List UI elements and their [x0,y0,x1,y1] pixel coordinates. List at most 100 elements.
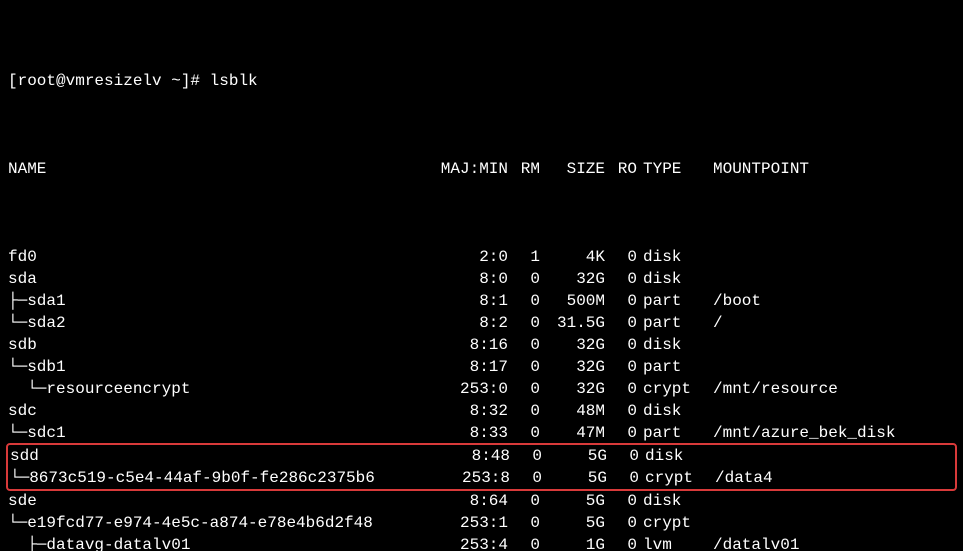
cell-size: 500M [540,290,605,312]
cell-size: 47M [540,422,605,444]
cell-size: 32G [540,356,605,378]
table-row: sdb8:16032G0disk [8,334,955,356]
cell-ro: 0 [605,378,637,400]
col-header-type: TYPE [637,158,703,180]
cell-ro: 0 [605,334,637,356]
prompt-line: [root@vmresizelv ~]# lsblk [8,70,955,92]
cell-rm: 0 [508,534,540,551]
cell-mountpoint: /datalv01 [703,534,955,551]
cell-type: disk [637,246,703,268]
cell-ro: 0 [605,268,637,290]
cell-rm: 0 [508,490,540,512]
cell-rm: 0 [508,512,540,534]
table-row: sda8:0032G0disk [8,268,955,290]
cell-rm: 0 [508,356,540,378]
table-row: └─8673c519-c5e4-44af-9b0f-fe286c2375b625… [10,467,953,489]
col-header-mountpoint: MOUNTPOINT [703,158,955,180]
cell-majmin: 8:33 [438,422,508,444]
cell-type: part [637,422,703,444]
cell-majmin: 8:16 [438,334,508,356]
cell-majmin: 8:48 [440,445,510,467]
cell-mountpoint [703,400,955,422]
cell-mountpoint: /mnt/azure_bek_disk [703,422,955,444]
cell-name: fd0 [8,246,438,268]
cell-ro: 0 [605,290,637,312]
cell-ro: 0 [605,512,637,534]
cell-name: └─sdb1 [8,356,438,378]
cell-ro: 0 [605,534,637,551]
cell-rm: 0 [508,268,540,290]
cell-majmin: 253:1 [438,512,508,534]
cell-name: sda [8,268,438,290]
table-row: └─sda28:2031.5G0part/ [8,312,955,334]
cell-majmin: 8:32 [438,400,508,422]
cell-name: └─8673c519-c5e4-44af-9b0f-fe286c2375b6 [10,467,440,489]
lsblk-header-row: NAME MAJ:MIN RM SIZE RO TYPE MOUNTPOINT [8,158,955,180]
cell-type: crypt [639,467,705,489]
cell-mountpoint [703,334,955,356]
cell-rm: 0 [508,422,540,444]
cell-type: crypt [637,512,703,534]
cell-mountpoint: /boot [703,290,955,312]
cell-type: lvm [637,534,703,551]
cell-name: ├─sda1 [8,290,438,312]
terminal[interactable]: [root@vmresizelv ~]# lsblk NAME MAJ:MIN … [0,0,963,551]
cell-size: 31.5G [540,312,605,334]
cell-rm: 0 [508,334,540,356]
col-header-name: NAME [8,158,438,180]
col-header-majmin: MAJ:MIN [438,158,508,180]
cell-ro: 0 [605,400,637,422]
cell-name: └─sda2 [8,312,438,334]
cell-size: 32G [540,268,605,290]
cell-mountpoint [705,445,953,467]
cell-mountpoint [703,356,955,378]
cell-mountpoint [703,490,955,512]
cell-majmin: 2:0 [438,246,508,268]
command-text: lsblk [210,72,258,90]
cell-size: 5G [542,445,607,467]
cell-size: 48M [540,400,605,422]
cell-rm: 0 [508,312,540,334]
cell-name: sde [8,490,438,512]
table-row: sde8:6405G0disk [8,490,955,512]
cell-mountpoint: / [703,312,955,334]
cell-name: sdd [10,445,440,467]
table-row: └─sdc18:33047M0part/mnt/azure_bek_disk [8,422,955,444]
cell-name: └─resourceencrypt [8,378,438,400]
cell-majmin: 8:64 [438,490,508,512]
table-row: └─e19fcd77-e974-4e5c-a874-e78e4b6d2f4825… [8,512,955,534]
cell-name: sdb [8,334,438,356]
highlight-box: sdd8:4805G0disk└─8673c519-c5e4-44af-9b0f… [6,443,957,491]
cell-majmin: 8:1 [438,290,508,312]
cell-type: part [637,312,703,334]
cell-type: disk [637,334,703,356]
cell-size: 4K [540,246,605,268]
cell-mountpoint: /data4 [705,467,953,489]
col-header-ro: RO [605,158,637,180]
cell-name: ├─datavg-datalv01 [8,534,438,551]
cell-size: 32G [540,334,605,356]
cell-ro: 0 [605,490,637,512]
cell-type: disk [637,268,703,290]
table-row: ├─datavg-datalv01253:401G0lvm/datalv01 [8,534,955,551]
table-row: └─resourceencrypt253:0032G0crypt/mnt/res… [8,378,955,400]
cell-size: 32G [540,378,605,400]
cell-mountpoint [703,512,955,534]
cell-size: 5G [540,490,605,512]
cell-mountpoint [703,246,955,268]
cell-majmin: 253:0 [438,378,508,400]
cell-size: 1G [540,534,605,551]
cell-type: disk [637,400,703,422]
cell-name: └─e19fcd77-e974-4e5c-a874-e78e4b6d2f48 [8,512,438,534]
cell-name: sdc [8,400,438,422]
cell-type: part [637,290,703,312]
table-row: └─sdb18:17032G0part [8,356,955,378]
cell-ro: 0 [605,356,637,378]
cell-type: part [637,356,703,378]
col-header-rm: RM [508,158,540,180]
cell-ro: 0 [607,445,639,467]
cell-rm: 0 [508,378,540,400]
cell-rm: 0 [508,290,540,312]
cell-majmin: 253:8 [440,467,510,489]
table-row: sdc8:32048M0disk [8,400,955,422]
